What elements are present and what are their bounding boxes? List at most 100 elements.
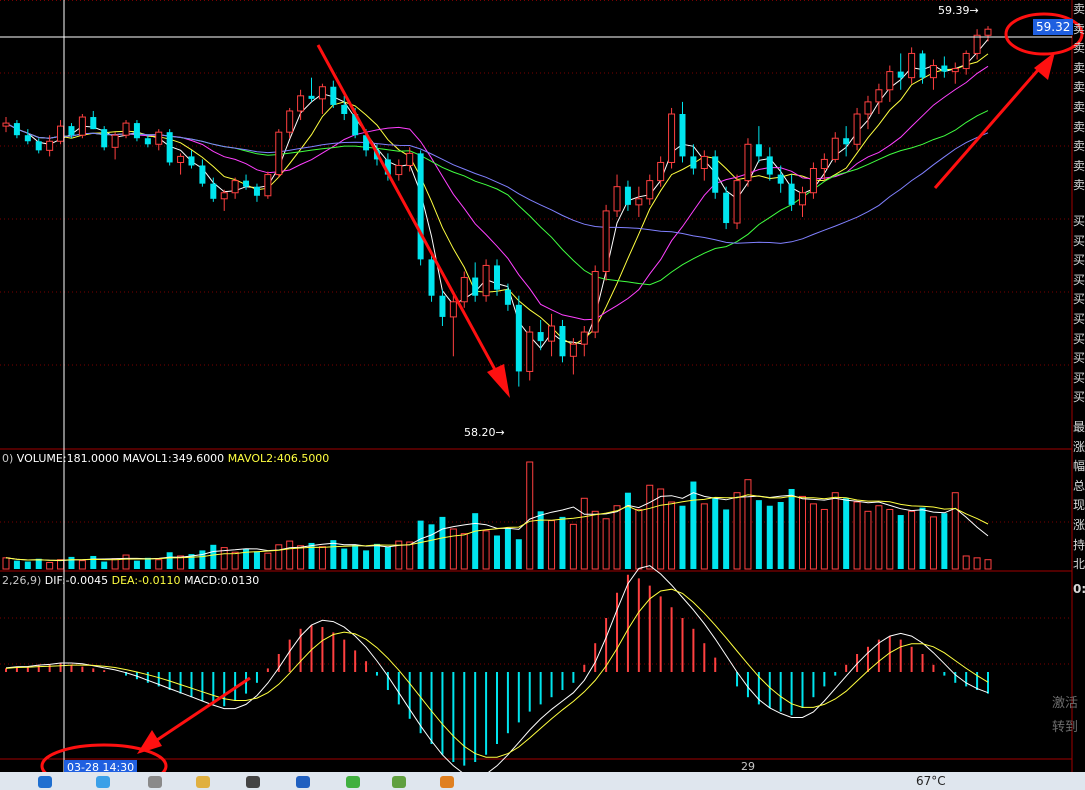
volume-bar [341,548,348,569]
chart-canvas[interactable] [0,0,1085,789]
app-icon-4[interactable] [346,776,360,788]
candle-body [133,123,140,139]
candle-body [144,138,151,145]
candle-body [864,101,872,115]
candle-body [897,71,904,78]
candle-body [591,270,599,333]
ma-line-1 [5,38,989,349]
candle-body [788,183,795,205]
volume-bar [559,516,566,569]
candle-body [46,140,54,151]
candle-body [286,110,294,133]
sell-row-5: 卖 [1073,99,1085,114]
sell-row-4: 卖 [1073,80,1085,95]
volume-legend: 0) VOLUME:181.0000 MAVOL1:349.6000 MAVOL… [2,452,329,465]
quote-stats: 最涨幅总现涨持北 [1073,418,1085,580]
volume-bar [2,557,10,570]
candle-body [504,289,511,305]
candle-body [188,156,195,166]
folder-icon[interactable] [196,776,210,788]
sell-row-7: 卖 [1073,139,1085,154]
candle-body [886,71,894,91]
volume-bar [712,498,719,569]
volume-bar [210,544,217,569]
candlestick-chart: 58.20→ 59.39→ 59.32 0) VOLUME:181.0000 M… [0,0,1085,790]
browser-icon[interactable] [96,776,110,788]
candle-body [308,95,315,99]
candle-body [526,331,534,372]
candle-body [569,343,577,357]
candle-body [57,125,65,142]
candle-body [78,116,86,136]
macd-value: MACD:0.0130 [184,574,260,587]
candle-body [635,198,643,206]
volume-bar [68,556,75,569]
volume-bar [460,533,468,570]
volume-bar [373,543,380,569]
candle-body [646,180,654,200]
stat-row-1: 涨 [1073,439,1085,454]
candle-body [111,134,119,148]
volume-bar [657,488,665,570]
moving-average-lines [5,38,989,349]
candle-body [330,86,337,105]
candle-body [624,186,631,205]
volume-bar [864,510,872,570]
high-price-label: 59.39→ [938,4,979,17]
candle-body [712,156,719,193]
candle-body [199,165,206,184]
app-icon-3[interactable] [296,776,310,788]
app-icon-6[interactable] [440,776,454,788]
candle-body [494,265,500,290]
volume-bar [875,505,883,570]
app-icon-5[interactable] [392,776,406,788]
volume-bar [843,498,850,569]
app-icon-2[interactable] [246,776,260,788]
candle-body [700,155,708,170]
candle-body [962,52,970,70]
volume-bar [78,560,86,570]
candle-body [13,123,20,136]
volume-bar [809,503,817,570]
candle-body [984,28,992,36]
candle-body [690,156,697,169]
sell-row-2: 卖 [1073,41,1085,56]
volume-bar [46,561,54,570]
candle-body [515,304,522,372]
sell-row-0: 卖 [1073,2,1085,16]
candle-body [177,155,185,163]
macd-legend: 2,26,9) DIF:-0.0045 DEA:-0.0110 MACD:0.0… [2,574,259,587]
candle-body [831,137,839,160]
candle-body [973,34,981,54]
start-icon[interactable] [38,776,52,788]
buy-row-5: 买 [1073,311,1085,326]
extra-row-0: 0: [1073,582,1085,596]
candle-body [2,122,10,127]
volume-bar [799,495,807,570]
candle-body [449,301,457,318]
volume-bar [984,559,992,570]
candle-body [548,325,556,342]
candle-body [35,141,42,151]
candle-body [220,192,228,200]
candle-body [231,180,239,194]
sell-row-8: 卖 [1073,158,1085,173]
sell-row-9: 卖 [1073,178,1085,193]
stat-row-6: 持 [1073,537,1085,552]
candle-body [820,158,828,170]
taskbar: 67°C [0,772,1085,790]
volume-bar [90,555,97,569]
candle-body [853,113,861,145]
dea-value: DEA:-0.0110 [111,574,181,587]
volume-bar [318,546,326,570]
volume-bar [166,552,173,569]
volume-bar [286,540,294,570]
candle-body [243,180,250,187]
candle-body [929,65,937,79]
app-icon-1[interactable] [148,776,162,788]
candle-body [613,186,621,212]
candle-body [657,161,665,182]
volume-bar [111,558,119,570]
candle-body [253,186,260,196]
stat-row-5: 涨 [1073,517,1085,532]
